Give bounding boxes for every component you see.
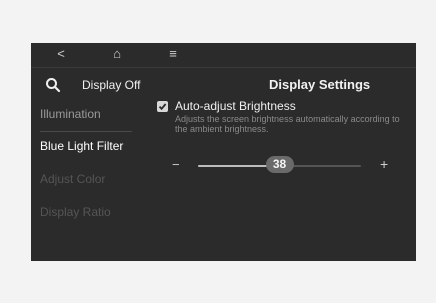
menu-icon[interactable]: ≡ (165, 46, 181, 62)
sidebar-item-adjust-color: Adjust Color (40, 172, 106, 186)
check-icon (158, 103, 167, 111)
top-nav-bar: < ⌂ ≡ (31, 43, 416, 67)
sidebar-divider (40, 131, 132, 132)
brightness-decrease-button[interactable]: − (172, 157, 180, 172)
toolbar: Display Off Display Settings (31, 73, 416, 97)
auto-brightness-label[interactable]: Auto-adjust Brightness (175, 99, 296, 113)
sidebar-item-display-ratio: Display Ratio (40, 205, 111, 219)
back-icon[interactable]: < (53, 46, 69, 62)
home-icon[interactable]: ⌂ (109, 46, 125, 62)
brightness-increase-button[interactable]: + (380, 156, 388, 172)
auto-brightness-checkbox[interactable] (157, 101, 168, 112)
auto-brightness-description: Adjusts the screen brightness automatica… (175, 114, 400, 134)
brightness-slider-thumb[interactable]: 38 (265, 156, 294, 173)
display-settings-screen: < ⌂ ≡ Display Off Display Settings Illum… (31, 43, 416, 261)
sidebar-item-blue-light-filter[interactable]: Blue Light Filter (40, 139, 123, 153)
display-off-button[interactable]: Display Off (82, 78, 140, 92)
search-icon[interactable] (45, 77, 61, 93)
sidebar-item-illumination[interactable]: Illumination (40, 107, 101, 121)
page-title: Display Settings (269, 77, 371, 92)
top-divider (31, 67, 416, 68)
